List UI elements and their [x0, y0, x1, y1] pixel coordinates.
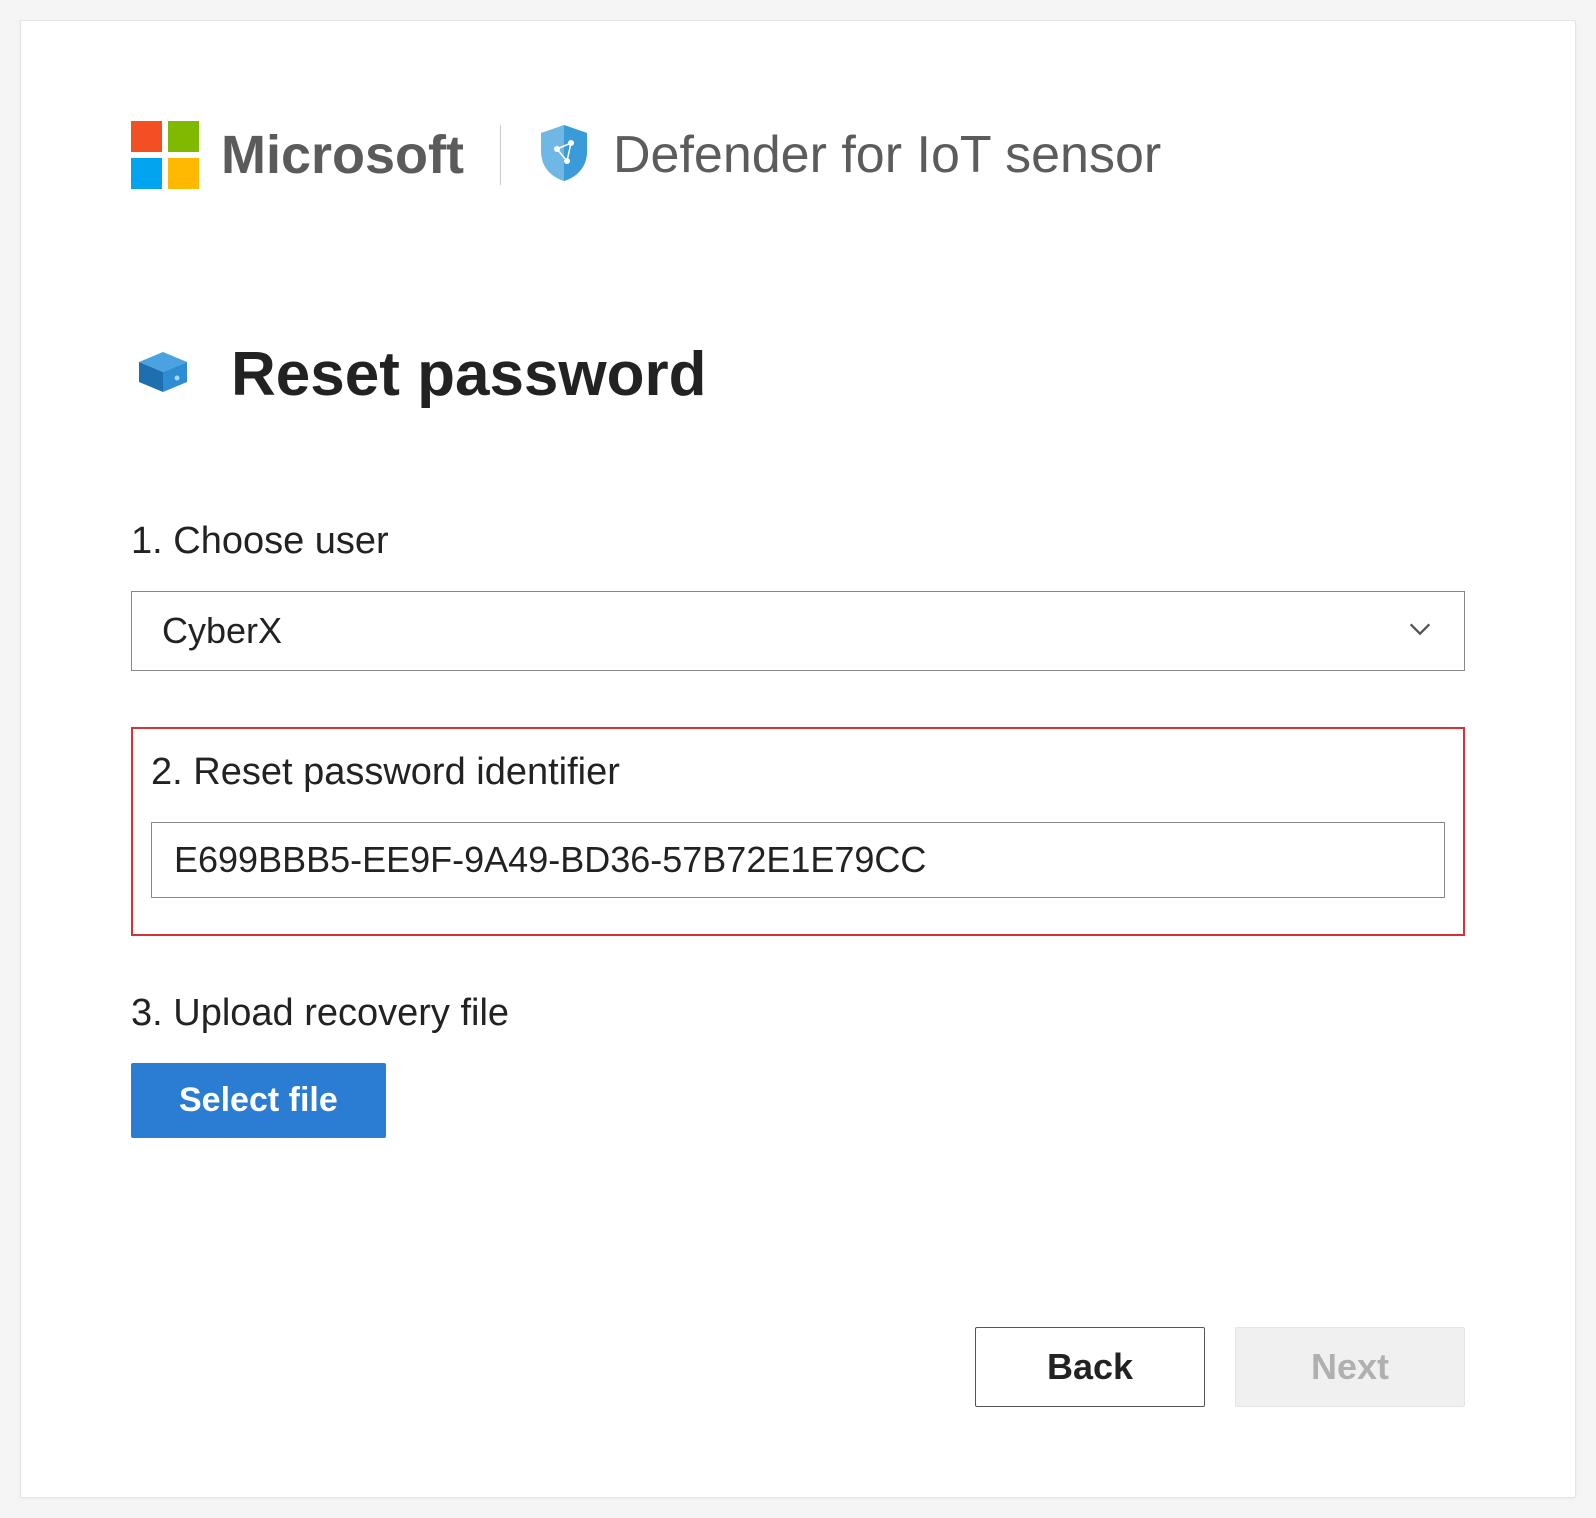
shield-icon — [537, 123, 591, 188]
brand-divider — [500, 125, 501, 185]
step-2-label: 2. Reset password identifier — [151, 751, 1445, 794]
select-file-button[interactable]: Select file — [131, 1063, 386, 1138]
page-title: Reset password — [231, 339, 707, 410]
step-3-section: 3. Upload recovery file Select file — [131, 992, 1465, 1138]
sensor-box-icon — [131, 348, 195, 401]
brand-header: Microsoft Defender for IoT sensor — [131, 121, 1465, 189]
product-name-text: Defender for IoT sensor — [613, 125, 1161, 185]
user-select[interactable]: CyberX — [131, 591, 1465, 671]
product-brand: Defender for IoT sensor — [537, 123, 1161, 188]
chevron-down-icon — [1406, 610, 1434, 652]
step-1-label: 1. Choose user — [131, 520, 1465, 563]
next-button[interactable]: Next — [1235, 1327, 1465, 1407]
user-select-value: CyberX — [162, 610, 282, 652]
step-1-section: 1. Choose user CyberX — [131, 520, 1465, 671]
reset-identifier-input[interactable] — [151, 822, 1445, 898]
brand-company-text: Microsoft — [221, 124, 464, 186]
footer-buttons: Back Next — [975, 1327, 1465, 1407]
reset-password-card: Microsoft Defender for IoT sensor — [20, 20, 1576, 1498]
step-2-highlight: 2. Reset password identifier — [131, 727, 1465, 936]
step-3-label: 3. Upload recovery file — [131, 992, 1465, 1035]
microsoft-logo-icon — [131, 121, 199, 189]
page-title-row: Reset password — [131, 339, 1465, 410]
back-button[interactable]: Back — [975, 1327, 1205, 1407]
